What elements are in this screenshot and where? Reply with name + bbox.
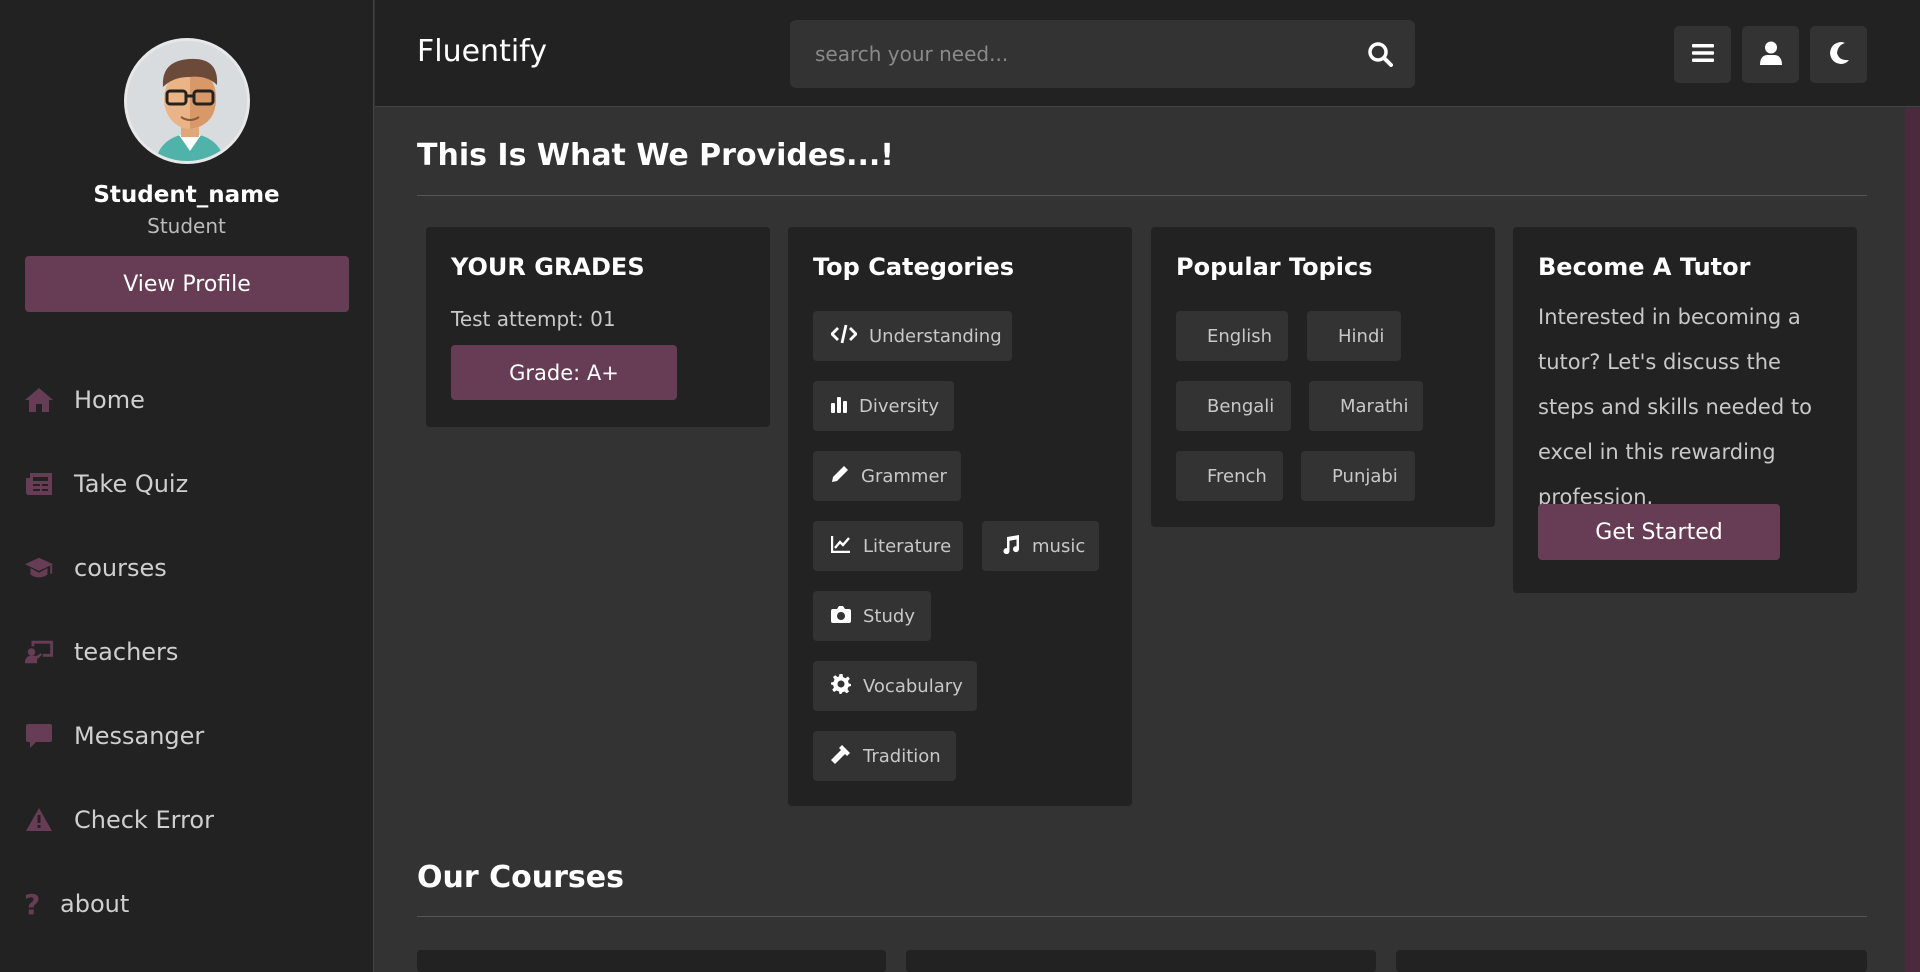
sidebar-item-label: about (60, 890, 130, 918)
sidebar-item-teachers[interactable]: teachers (0, 610, 373, 694)
grades-card: YOUR GRADES Test attempt: 01 Grade: A+ (426, 227, 770, 427)
topic-tag[interactable]: English (1176, 311, 1288, 361)
search-icon[interactable] (1367, 41, 1393, 67)
category-tag-tradition[interactable]: Tradition (813, 731, 956, 781)
view-profile-button[interactable]: View Profile (25, 256, 349, 312)
topic-tag[interactable]: Marathi (1309, 381, 1423, 431)
sidebar-item-label: Messanger (74, 722, 205, 750)
menu-icon (1691, 43, 1714, 67)
section-title-provides: This Is What We Provides...! (417, 138, 894, 173)
category-tag-label: Diversity (859, 395, 940, 417)
category-tag-label: Grammer (861, 465, 947, 487)
sidebar-item-label: teachers (74, 638, 179, 666)
become-tutor-card: Become A Tutor Interested in becoming a … (1513, 227, 1857, 593)
sidebar-item-label: Check Error (74, 806, 214, 834)
graduation-cap-icon (24, 553, 54, 583)
test-attempt-text: Test attempt: 01 (451, 307, 616, 331)
sidebar-item-label: courses (74, 554, 167, 582)
user-icon (1759, 41, 1782, 69)
category-tag-label: music (1032, 535, 1086, 557)
sidebar: Student_name Student View Profile Home T… (0, 0, 374, 972)
category-tag-label: Study (863, 605, 915, 627)
course-card[interactable] (906, 950, 1376, 972)
sidebar-item-messanger[interactable]: Messanger (0, 694, 373, 778)
menu-button[interactable] (1674, 26, 1731, 83)
become-tutor-text: Interested in becoming a tutor? Let's di… (1538, 305, 1812, 509)
student-name: Student_name (93, 182, 280, 208)
topic-tag[interactable]: Hindi (1307, 311, 1401, 361)
scrollbar[interactable] (1905, 108, 1920, 972)
main-content: This Is What We Provides...! YOUR GRADES… (375, 108, 1905, 972)
top-header: Fluentify (375, 0, 1920, 107)
search-input[interactable] (790, 20, 1350, 88)
music-icon (1000, 534, 1032, 559)
hammer-icon (831, 744, 863, 769)
sidebar-item-courses[interactable]: courses (0, 526, 373, 610)
theme-toggle-button[interactable] (1810, 26, 1867, 83)
search-bar (790, 20, 1415, 88)
moon-icon (1828, 41, 1850, 69)
user-button[interactable] (1742, 26, 1799, 83)
topic-tag[interactable]: Bengali (1176, 381, 1291, 431)
sidebar-item-take-quiz[interactable]: Take Quiz (0, 442, 373, 526)
course-card[interactable] (417, 950, 886, 972)
sidebar-nav: Home Take Quiz courses teachers Messange… (0, 358, 373, 946)
camera-icon (831, 605, 863, 628)
brand-logo[interactable]: Fluentify (417, 34, 547, 69)
category-tag-label: Understanding (869, 325, 1002, 347)
avatar-illustration-icon (126, 41, 247, 161)
sidebar-item-home[interactable]: Home (0, 358, 373, 442)
pencil-icon (831, 465, 861, 488)
section-title-courses: Our Courses (417, 860, 624, 895)
become-tutor-title: Become A Tutor (1538, 253, 1751, 281)
popular-topics-title: Popular Topics (1176, 253, 1373, 281)
category-tag-diversity[interactable]: Diversity (813, 381, 954, 431)
chart-bar-icon (831, 395, 859, 418)
comment-icon (24, 721, 54, 751)
question-icon: ? (24, 887, 41, 921)
profile-section: Student_name Student View Profile (0, 0, 373, 312)
topic-tag[interactable]: Punjabi (1301, 451, 1415, 501)
sidebar-item-label: Take Quiz (74, 470, 189, 498)
divider (417, 195, 1867, 196)
sidebar-item-about[interactable]: ? about (0, 862, 373, 946)
category-tag-label: Literature (863, 535, 952, 557)
home-icon (24, 385, 54, 415)
topic-tag[interactable]: French (1176, 451, 1283, 501)
category-tag-vocabulary[interactable]: Vocabulary (813, 661, 977, 711)
category-tag-music[interactable]: music (982, 521, 1099, 571)
category-tag-study[interactable]: Study (813, 591, 931, 641)
student-role: Student (147, 214, 226, 238)
app-root: Student_name Student View Profile Home T… (0, 0, 1920, 972)
category-tag-literature[interactable]: Literature (813, 521, 963, 571)
code-icon (830, 324, 869, 349)
sidebar-item-label: Home (74, 386, 145, 414)
category-tag-label: Vocabulary (863, 675, 963, 697)
chart-line-icon (830, 535, 863, 558)
divider (417, 916, 1867, 917)
warning-icon (24, 805, 54, 835)
sidebar-item-check-error[interactable]: Check Error (0, 778, 373, 862)
grades-card-title: YOUR GRADES (451, 253, 645, 281)
course-card[interactable] (1396, 950, 1867, 972)
category-tag-grammer[interactable]: Grammer (813, 451, 961, 501)
popular-topics-card: Popular Topics English Hindi Bengali Mar… (1151, 227, 1495, 527)
cog-icon (831, 673, 863, 699)
avatar (123, 38, 250, 164)
grade-button[interactable]: Grade: A+ (451, 345, 677, 400)
category-tag-label: Tradition (863, 745, 941, 767)
chalkboard-teacher-icon (24, 637, 54, 667)
category-tag-understanding[interactable]: Understanding (813, 311, 1012, 361)
top-categories-title: Top Categories (813, 253, 1015, 281)
get-started-button[interactable]: Get Started (1538, 504, 1780, 560)
newspaper-icon (24, 469, 54, 499)
top-categories-card: Top Categories Understanding Diversity G… (788, 227, 1132, 806)
